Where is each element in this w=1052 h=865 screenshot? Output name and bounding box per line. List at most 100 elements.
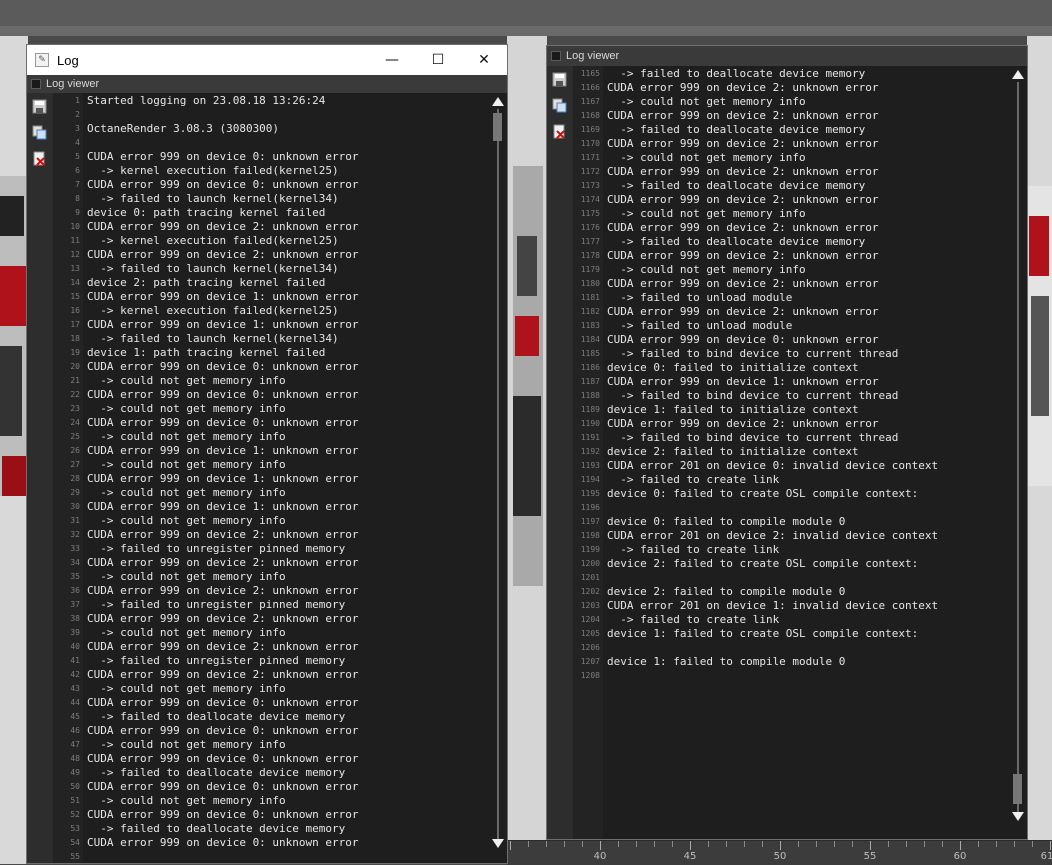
log-line: device 2: failed to create OSL compile c… [607, 557, 919, 570]
line-number: 7 [75, 180, 80, 189]
render-viewport-middle[interactable] [507, 36, 547, 842]
line-number: 41 [70, 656, 80, 665]
scroll-down-icon[interactable] [492, 839, 504, 848]
minimize-button[interactable]: — [369, 45, 415, 75]
line-number: 1178 [580, 251, 600, 260]
line-number: 25 [70, 432, 80, 441]
log-line: -> failed to unregister pinned memory [87, 542, 346, 555]
log-line: CUDA error 999 on device 2: unknown erro… [87, 584, 359, 597]
panel-dock-icon[interactable] [551, 51, 561, 62]
log-line: -> could not get memory info [87, 570, 286, 583]
scrollbar-thumb[interactable] [493, 113, 502, 141]
render-viewport-left[interactable] [0, 36, 28, 864]
line-number: 1201 [580, 573, 600, 582]
line-number: 1203 [580, 601, 600, 610]
scrollbar-track[interactable] [1017, 82, 1019, 812]
line-number: 1180 [580, 279, 600, 288]
copy-icon[interactable] [32, 125, 47, 140]
render-viewport-right[interactable] [1027, 36, 1052, 842]
scrollbar-track[interactable] [497, 109, 499, 839]
copy-icon[interactable] [552, 98, 567, 113]
ruler-tick [528, 841, 529, 847]
log-line: CUDA error 999 on device 0: unknown erro… [87, 416, 359, 429]
timeline-ruler[interactable]: 40 45 50 55 60 61 [507, 840, 1052, 865]
ruler-tick [978, 841, 979, 847]
line-number: 1168 [580, 111, 600, 120]
save-icon[interactable] [32, 99, 47, 114]
line-number: 21 [70, 376, 80, 385]
log-line: -> could not get memory info [87, 738, 286, 751]
line-number: 32 [70, 530, 80, 539]
maximize-button[interactable]: ☐ [415, 45, 461, 75]
line-number: 38 [70, 614, 80, 623]
log-line: -> failed to launch kernel(kernel34) [87, 332, 339, 345]
log-line: -> failed to bind device to current thre… [607, 347, 899, 360]
log-line: device 2: failed to compile module 0 [607, 585, 846, 598]
line-number: 1192 [580, 447, 600, 456]
window-title: Log [57, 52, 79, 68]
line-number: 55 [70, 852, 80, 861]
line-number: 4 [75, 138, 80, 147]
log-line: device 2: path tracing kernel failed [87, 276, 326, 289]
log-line: CUDA error 999 on device 1: unknown erro… [607, 375, 879, 388]
ruler-tick [618, 841, 619, 847]
scrollbar-thumb[interactable] [1013, 774, 1022, 804]
clear-icon[interactable] [552, 124, 567, 139]
line-number: 13 [70, 264, 80, 273]
log-line: CUDA error 999 on device 0: unknown erro… [87, 388, 359, 401]
line-number: 1175 [580, 209, 600, 218]
log-scrollbar[interactable] [1011, 66, 1025, 839]
log-text-area[interactable]: -> failed to deallocate device memory CUD… [605, 66, 1011, 839]
log-line: CUDA error 999 on device 0: unknown erro… [87, 724, 359, 737]
log-line: -> could not get memory info [607, 263, 806, 276]
log-line: CUDA error 999 on device 2: unknown erro… [607, 109, 879, 122]
line-number: 1186 [580, 363, 600, 372]
ruler-tick [762, 841, 763, 847]
line-number: 1200 [580, 559, 600, 568]
log-line: CUDA error 999 on device 1: unknown erro… [87, 318, 359, 331]
line-number: 1191 [580, 433, 600, 442]
scroll-down-icon[interactable] [1012, 812, 1024, 821]
log-line: -> could not get memory info [87, 514, 286, 527]
line-number-gutter: 1165 1166 1167 1168 1169 1170 1171 1172 1173 1174… [573, 66, 603, 839]
log-line: -> failed to deallocate device memory [607, 179, 866, 192]
line-number: 9 [75, 208, 80, 217]
clear-icon[interactable] [32, 151, 47, 166]
line-number: 1196 [580, 503, 600, 512]
line-number: 1171 [580, 153, 600, 162]
log-line: Started logging on 23.08.18 13:26:24 [87, 94, 326, 107]
log-viewer-header: Log viewer [27, 75, 507, 93]
close-button[interactable]: ✕ [461, 45, 507, 75]
log-line: CUDA error 999 on device 2: unknown erro… [87, 640, 359, 653]
save-icon[interactable] [552, 72, 567, 87]
scroll-up-icon[interactable] [492, 97, 504, 106]
line-number: 1207 [580, 657, 600, 666]
ruler-tick [600, 841, 601, 850]
log-line: CUDA error 999 on device 2: unknown erro… [87, 668, 359, 681]
log-line: CUDA error 999 on device 0: unknown erro… [87, 360, 359, 373]
log-text-area[interactable]: Started logging on 23.08.18 13:26:24 Octa… [85, 93, 491, 863]
line-number: 35 [70, 572, 80, 581]
log-line: CUDA error 999 on device 2: unknown erro… [87, 556, 359, 569]
ruler-tick [672, 841, 673, 847]
line-number: 22 [70, 390, 80, 399]
ruler-tick [942, 841, 943, 847]
panel-dock-icon[interactable] [31, 79, 41, 90]
log-scrollbar[interactable] [491, 93, 505, 863]
log-window-titlebar[interactable]: ✎ Log — ☐ ✕ [27, 45, 507, 75]
line-number: 1172 [580, 167, 600, 176]
log-line: -> kernel execution failed(kernel25) [87, 164, 339, 177]
ruler-tick [834, 841, 835, 847]
log-line: device 1: failed to create OSL compile c… [607, 627, 919, 640]
scroll-up-icon[interactable] [1012, 70, 1024, 79]
line-number: 1190 [580, 419, 600, 428]
log-line: device 0: path tracing kernel failed [87, 206, 326, 219]
log-line: CUDA error 999 on device 0: unknown erro… [87, 696, 359, 709]
log-line: -> could not get memory info [87, 458, 286, 471]
log-line: CUDA error 999 on device 0: unknown erro… [87, 780, 359, 793]
log-line: -> could not get memory info [87, 682, 286, 695]
line-number: 47 [70, 740, 80, 749]
ruler-tick [906, 841, 907, 847]
log-line: CUDA error 201 on device 2: invalid devi… [607, 529, 939, 542]
ruler-label: 61 [1040, 851, 1052, 862]
